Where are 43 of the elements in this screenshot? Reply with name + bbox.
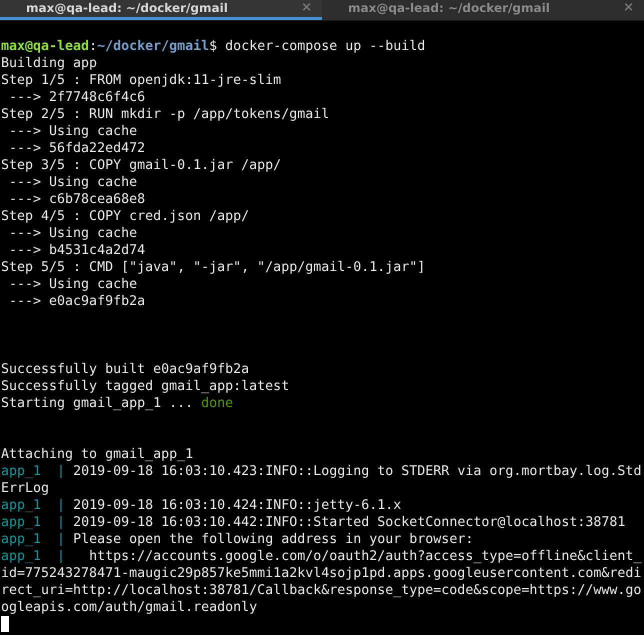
log-text: Please open the following address in your browser: [73, 532, 474, 547]
output-line: ---> b4531c4a2d74 [8, 243, 146, 258]
prompt-symbol: $ [209, 39, 218, 54]
prompt-separator: : [89, 39, 98, 54]
output-line: ogleapis.com/auth/gmail.readonly [1, 600, 258, 615]
output-line: Step 5/5 : CMD ["java", "-jar", "/app/gmail-0.1.jar"] [1, 260, 426, 275]
log-text: 2019-09-18 16:03:10.424:INFO::jetty-6.1.x [73, 498, 402, 513]
output-line: rect_uri=http://localhost:38781/Callback&response_type=code&scope=https://www.go [1, 583, 642, 598]
service-prefix: app_1 | [1, 515, 66, 530]
output-line: ---> Using cache [8, 175, 138, 190]
output-line: Step 3/5 : COPY gmail-0.1.jar /app/ [1, 158, 282, 173]
output-line: Attaching to gmail_app_1 [1, 447, 194, 462]
output-line: ErrLog [1, 481, 50, 496]
output-line: ---> Using cache [8, 124, 138, 139]
close-icon[interactable]: × [301, 2, 312, 14]
log-text: https://accounts.google.com/o/oauth2/auth?access_type=offline&client_ [88, 549, 642, 564]
prompt-path: ~/docker/gmail [97, 39, 210, 54]
output-line: ---> 2f7748c6f4c6 [8, 90, 146, 105]
output-line: Starting gmail_app_1 ... [1, 396, 194, 411]
prompt-user-host: max@qa-lead [1, 39, 90, 54]
service-prefix: app_1 | [1, 464, 66, 479]
service-prefix: app_1 | [1, 498, 66, 513]
output-line: Successfully built e0ac9af9fb2a [1, 362, 250, 377]
output-line: Successfully tagged gmail_app:latest [1, 379, 290, 394]
service-prefix: app_1 | [1, 532, 66, 547]
output-line: ---> Using cache [8, 277, 138, 292]
close-icon[interactable]: × [623, 2, 634, 14]
output-line: id=775243278471-maugic29p857ke5mmi1a2kvl4sojp1pd.apps.googleusercontent.com&redi [1, 566, 642, 581]
output-line: Step 1/5 : FROM openjdk:11-jre-slim [1, 73, 282, 88]
log-text: 2019-09-18 16:03:10.423:INFO::Logging to STDERR via org.mortbay.log.Std [73, 464, 642, 479]
output-line: Step 2/5 : RUN mkdir -p /app/tokens/gmail [1, 107, 330, 122]
terminal-tab[interactable]: max@qa-lead: ~/docker/gmail × [0, 0, 322, 20]
command-text: docker-compose up --build [224, 39, 426, 54]
output-line: ---> c6b78cea68e8 [8, 192, 146, 207]
output-line: ---> 56fda22ed472 [8, 141, 146, 156]
output-line: ---> e0ac9af9fb2a [8, 294, 146, 309]
output-line: Building app [1, 56, 98, 71]
output-line: ---> Using cache [8, 226, 138, 241]
service-prefix: app_1 | [1, 549, 66, 564]
log-text: 2019-09-18 16:03:10.442:INFO::Started SocketConnector@localhost:38781 [73, 515, 626, 530]
status-text: done [201, 396, 234, 411]
output-line: Step 4/5 : COPY cred.json /app/ [1, 209, 250, 224]
terminal-cursor [1, 616, 9, 632]
